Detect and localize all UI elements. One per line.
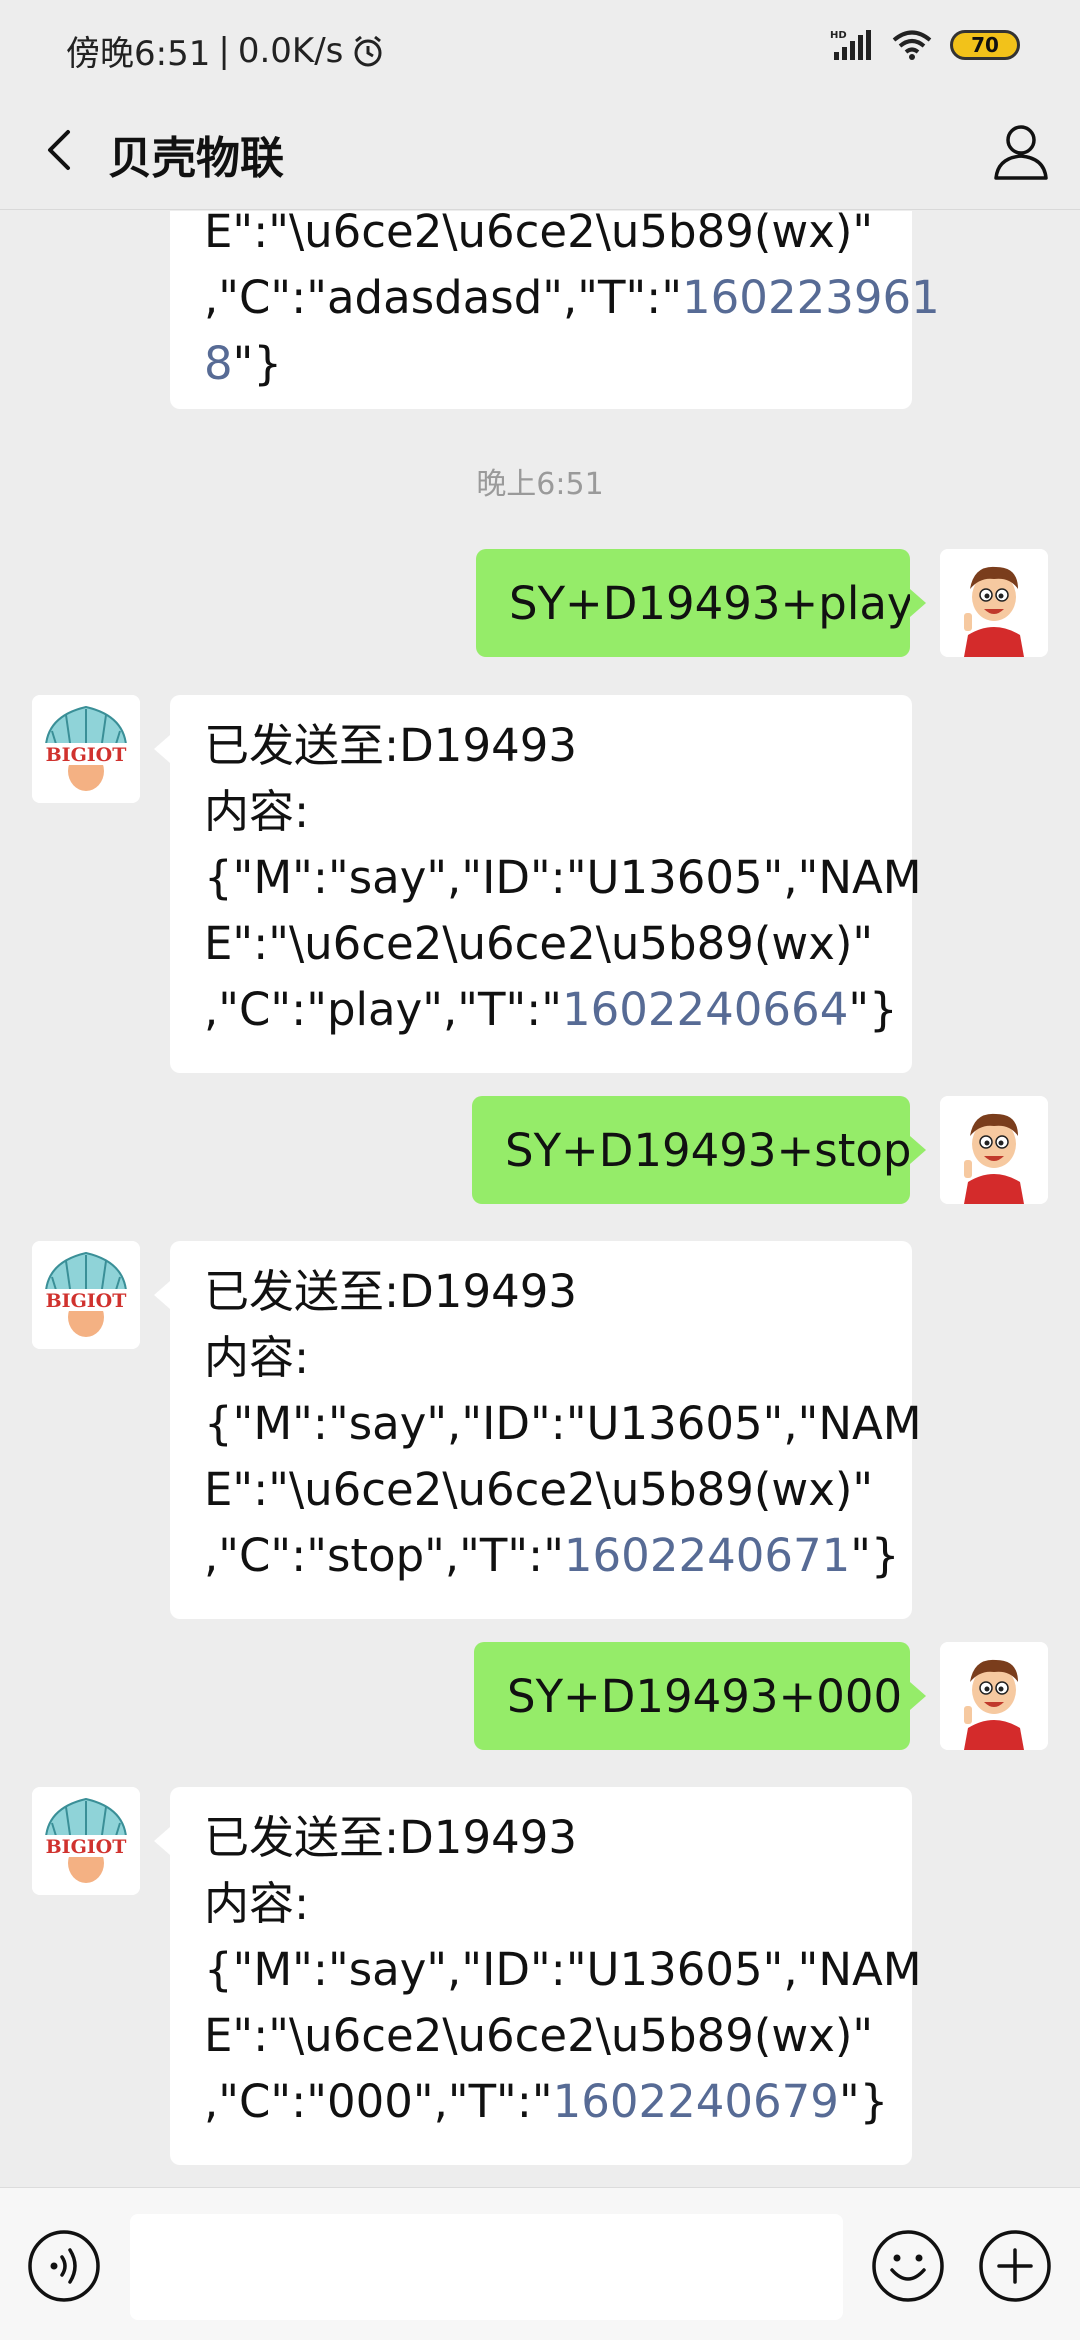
message-list[interactable]: E":"\u6ce2\u6ce2\u5b89(wx)" ,"C":"adasda… bbox=[0, 211, 1080, 2187]
message-text: SY+D19493+000 bbox=[507, 1669, 903, 1723]
status-separator: | bbox=[218, 30, 230, 71]
bigiot-avatar[interactable]: BIGIOT bbox=[32, 695, 140, 803]
message-bubble-outgoing[interactable]: SY+D19493+play bbox=[476, 549, 926, 657]
bigiot-avatar[interactable]: BIGIOT bbox=[32, 1241, 140, 1349]
message-line: ,"C":"play","T":"1602240664"} bbox=[204, 977, 898, 1043]
bigiot-shell-logo-icon: BIGIOT bbox=[32, 1241, 140, 1349]
back-arrow-icon[interactable] bbox=[30, 118, 94, 182]
status-bar: 傍晚6:51 | 0.0K/s HD 70 bbox=[0, 0, 1080, 100]
message-text: "} bbox=[232, 337, 282, 390]
input-bar bbox=[0, 2187, 1080, 2340]
message-line: 已发送至:D19493 bbox=[204, 719, 577, 772]
message-line: ,"C":"stop","T":"1602240671"} bbox=[204, 1523, 900, 1589]
battery-indicator: 70 bbox=[950, 30, 1020, 60]
bigiot-logo-text: BIGIOT bbox=[46, 744, 127, 766]
chat-title: 贝壳物联 bbox=[108, 133, 284, 184]
status-right: HD 70 bbox=[830, 28, 1020, 62]
cartoon-boy-avatar-icon bbox=[940, 1096, 1048, 1204]
user-avatar[interactable] bbox=[940, 1096, 1048, 1204]
message-line: 8"} bbox=[204, 331, 882, 397]
message-line: 已发送至:D19493 bbox=[204, 1811, 577, 1864]
user-avatar[interactable] bbox=[940, 549, 1048, 657]
bigiot-logo-text: BIGIOT bbox=[46, 1290, 127, 1312]
message-line: 内容: bbox=[204, 1877, 310, 1930]
message-bubble-outgoing[interactable]: SY+D19493+000 bbox=[474, 1642, 926, 1750]
message-line: 已发送至:D19493 bbox=[204, 1265, 577, 1318]
timestamp-number[interactable]: 1602240679 bbox=[553, 2075, 839, 2128]
message-line: E":"\u6ce2\u6ce2\u5b89(wx)" bbox=[204, 917, 874, 970]
message-line: 内容: bbox=[204, 1331, 310, 1384]
message-line: ,"C":"adasdasd","T":"160223961 bbox=[204, 265, 940, 331]
message-bubble-incoming[interactable]: 已发送至:D19493 内容: {"M":"say","ID":"U13605"… bbox=[154, 695, 922, 1073]
message-text: "} bbox=[848, 983, 898, 1036]
user-avatar[interactable] bbox=[940, 1642, 1048, 1750]
contact-profile-icon[interactable] bbox=[986, 116, 1056, 186]
network-speed: 0.0K/s bbox=[237, 30, 344, 71]
message-text: ,"C":"stop","T":" bbox=[204, 1529, 564, 1582]
bigiot-shell-logo-icon: BIGIOT bbox=[32, 1787, 140, 1895]
message-text: ,"C":"adasdasd","T":" bbox=[204, 271, 683, 324]
bigiot-shell-logo-icon: BIGIOT bbox=[32, 695, 140, 803]
status-left: 傍晚6:51 | 0.0K/s bbox=[66, 26, 385, 75]
message-input[interactable] bbox=[130, 2214, 843, 2320]
time-divider: 晚上6:51 bbox=[476, 467, 604, 502]
message-text: ,"C":"play","T":" bbox=[204, 983, 563, 1036]
cartoon-boy-avatar-icon bbox=[940, 549, 1048, 657]
message-bubble-incoming[interactable]: 已发送至:D19493 内容: {"M":"say","ID":"U13605"… bbox=[154, 1787, 922, 2165]
message-text: "} bbox=[850, 1529, 900, 1582]
bigiot-logo-text: BIGIOT bbox=[46, 1836, 127, 1858]
message-line: {"M":"say","ID":"U13605","NAM bbox=[204, 851, 922, 904]
plus-icon[interactable] bbox=[977, 2228, 1053, 2304]
alarm-icon bbox=[354, 35, 382, 66]
message-line: E":"\u6ce2\u6ce2\u5b89(wx)" bbox=[204, 211, 874, 258]
message-text: ,"C":"000","T":" bbox=[204, 2075, 553, 2128]
timestamp-number[interactable]: 8 bbox=[204, 337, 233, 390]
wifi-icon bbox=[892, 30, 932, 60]
message-text: "} bbox=[838, 2075, 889, 2128]
message-bubble-incoming[interactable]: 已发送至:D19493 内容: {"M":"say","ID":"U13605"… bbox=[154, 1241, 922, 1619]
status-time: 傍晚6:51 bbox=[66, 34, 211, 74]
timestamp-number[interactable]: 1602240671 bbox=[564, 1529, 850, 1582]
message-text: SY+D19493+play bbox=[509, 576, 914, 630]
chat-header: 贝壳物联 bbox=[0, 100, 1080, 210]
message-text: SY+D19493+stop bbox=[505, 1123, 912, 1177]
message-line: {"M":"say","ID":"U13605","NAM bbox=[204, 1397, 922, 1450]
hd-label: HD bbox=[830, 30, 847, 41]
signal-icon: HD bbox=[830, 30, 871, 60]
message-line: ,"C":"000","T":"1602240679"} bbox=[204, 2069, 888, 2135]
timestamp-number[interactable]: 160223961 bbox=[682, 271, 940, 324]
emoji-icon[interactable] bbox=[870, 2228, 946, 2304]
message-line: 内容: bbox=[204, 785, 310, 838]
message-bubble-incoming[interactable]: E":"\u6ce2\u6ce2\u5b89(wx)" ,"C":"adasda… bbox=[170, 211, 940, 409]
battery-level: 70 bbox=[971, 33, 999, 57]
message-line: E":"\u6ce2\u6ce2\u5b89(wx)" bbox=[204, 2009, 874, 2062]
cartoon-boy-avatar-icon bbox=[940, 1642, 1048, 1750]
bigiot-avatar[interactable]: BIGIOT bbox=[32, 1787, 140, 1895]
message-bubble-outgoing[interactable]: SY+D19493+stop bbox=[472, 1096, 926, 1204]
timestamp-number[interactable]: 1602240664 bbox=[562, 983, 848, 1036]
voice-icon[interactable] bbox=[26, 2228, 102, 2304]
message-line: {"M":"say","ID":"U13605","NAM bbox=[204, 1943, 922, 1996]
message-line: E":"\u6ce2\u6ce2\u5b89(wx)" bbox=[204, 1463, 874, 1516]
